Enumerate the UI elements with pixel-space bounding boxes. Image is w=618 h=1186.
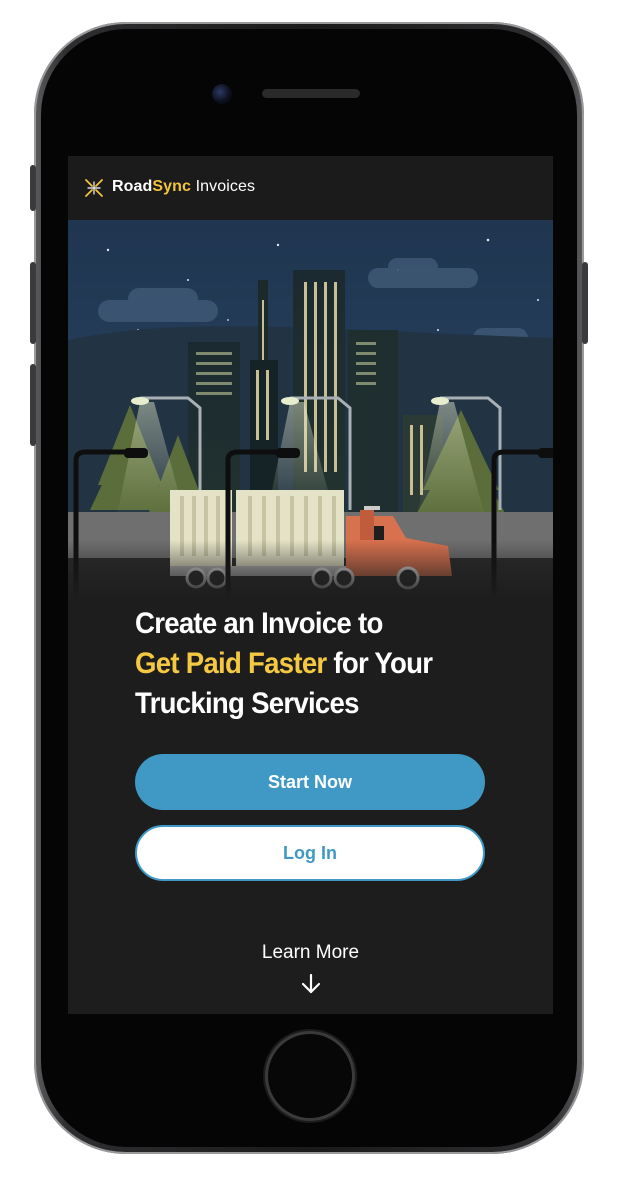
front-camera [212, 84, 232, 104]
hero-illustration [68, 220, 553, 600]
earpiece-speaker [262, 89, 360, 98]
headline-highlight: Get Paid Faster [135, 647, 327, 680]
log-in-button[interactable]: Log In [135, 825, 485, 881]
headline-line-2-rest: for Your [326, 647, 433, 680]
volume-down-button [30, 364, 36, 446]
learn-more-link[interactable]: Learn More [68, 942, 553, 964]
power-button [582, 262, 588, 344]
headline-line-2: Get Paid Faster for Your [135, 644, 485, 684]
app-header: RoadSync Invoices [68, 156, 553, 220]
brand-sync: Sync [152, 178, 192, 195]
arrow-down-icon[interactable] [299, 972, 323, 996]
headline-line-3: Trucking Services [135, 687, 359, 720]
volume-up-button [30, 262, 36, 344]
roadsync-logo-icon [85, 179, 103, 197]
hero-headline: Create an Invoice to Get Paid Faster for… [135, 604, 485, 724]
start-now-button[interactable]: Start Now [135, 754, 485, 810]
mute-switch [30, 165, 36, 211]
brand-invoices: Invoices [191, 178, 256, 195]
headline-line-1: Create an Invoice to [135, 607, 383, 640]
app-screen: RoadSync Invoices Create an Invoice to G… [68, 156, 553, 1014]
home-button[interactable] [268, 1034, 352, 1118]
app-brand[interactable]: RoadSync Invoices [112, 178, 255, 196]
brand-road: Road [112, 178, 153, 195]
